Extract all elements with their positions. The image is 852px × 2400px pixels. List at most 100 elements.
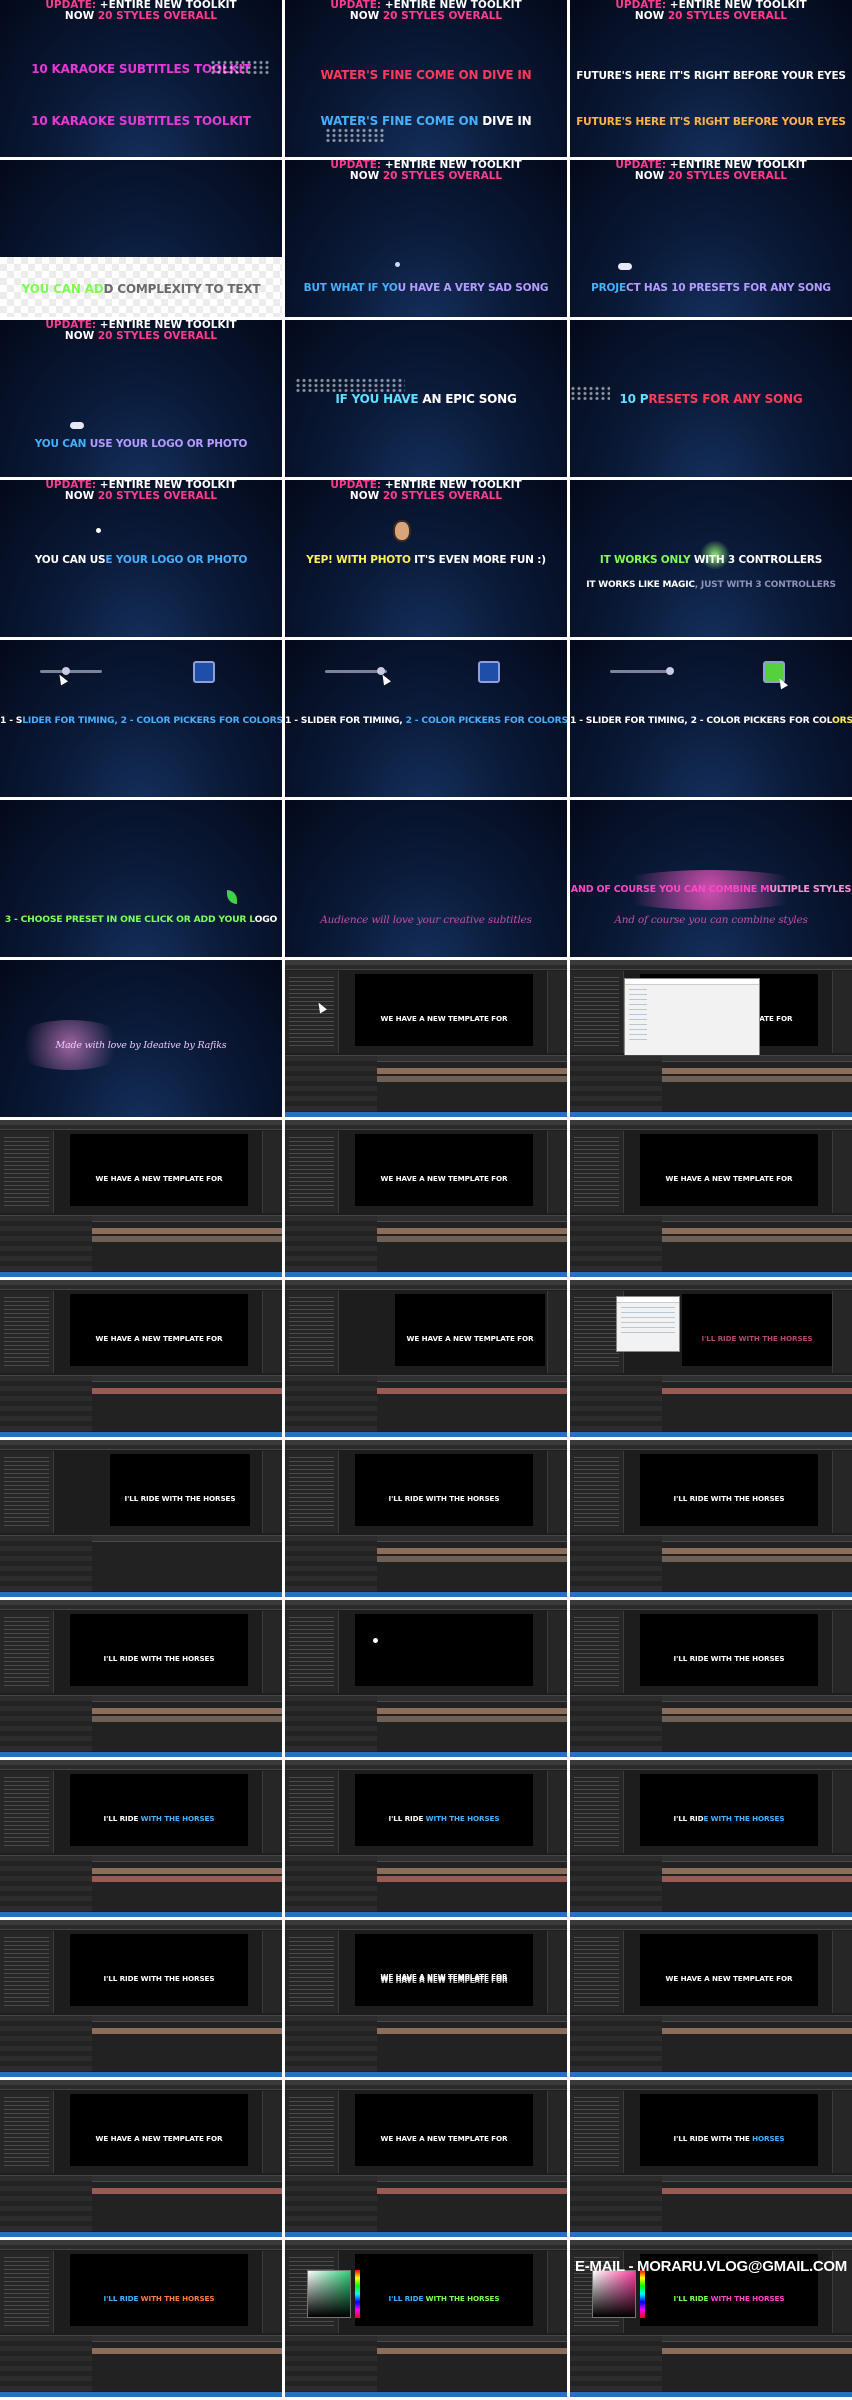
project-panel[interactable]	[0, 1771, 54, 1853]
effects-panel[interactable]	[832, 1451, 852, 1533]
effects-panel[interactable]	[832, 1291, 852, 1373]
composition-viewer[interactable]: I'LL RIDE WITH THE HORSES	[355, 1454, 533, 1526]
composition-viewer[interactable]: WE HAVE A NEW TEMPLATE FOR	[640, 1934, 818, 2006]
timeline-panel[interactable]	[285, 1695, 567, 1752]
composition-viewer[interactable]	[355, 1614, 533, 1686]
hue-slider[interactable]	[355, 2270, 360, 2318]
project-panel[interactable]	[570, 971, 624, 1053]
import-dialog[interactable]	[624, 978, 760, 1060]
project-panel[interactable]	[0, 1131, 54, 1213]
hue-slider[interactable]	[640, 2270, 645, 2318]
composition-viewer[interactable]: WE HAVE A NEW TEMPLATE FOR	[640, 1134, 818, 1206]
timeline-panel[interactable]	[0, 2015, 282, 2072]
timeline-panel[interactable]	[570, 2335, 852, 2392]
project-panel[interactable]	[285, 2091, 339, 2173]
effects-panel[interactable]	[262, 2091, 282, 2173]
project-panel[interactable]	[285, 1291, 339, 1373]
project-panel[interactable]	[0, 1291, 54, 1373]
effects-panel[interactable]	[262, 2251, 282, 2333]
composition-viewer[interactable]: I'LL RIDE WITH THE HORSES	[355, 1774, 533, 1846]
effects-panel[interactable]	[547, 1291, 567, 1373]
composition-viewer[interactable]: WE HAVE A NEW TEMPLATE FOR	[355, 1934, 533, 2006]
effects-panel[interactable]	[262, 1291, 282, 1373]
project-panel[interactable]	[570, 1451, 624, 1533]
composition-viewer[interactable]: I'LL RIDE WITH THE HORSES	[70, 1774, 248, 1846]
effects-panel[interactable]	[547, 1451, 567, 1533]
effects-panel[interactable]	[547, 1771, 567, 1853]
timeline-panel[interactable]	[570, 1375, 852, 1432]
project-panel[interactable]	[285, 1451, 339, 1533]
timeline-panel[interactable]	[0, 1855, 282, 1912]
effects-panel[interactable]	[832, 2091, 852, 2173]
composition-viewer[interactable]: WE HAVE A NEW TEMPLATE FOR	[355, 1134, 533, 1206]
color-picker-panel[interactable]	[307, 2270, 351, 2318]
composition-viewer[interactable]: WE HAVE A NEW TEMPLATE FOR	[355, 974, 533, 1046]
effects-panel[interactable]	[832, 1131, 852, 1213]
composition-viewer[interactable]: I'LL RIDE WITH THE HORSES	[70, 1934, 248, 2006]
timeline-panel[interactable]	[285, 2335, 567, 2392]
timeline-panel[interactable]	[0, 2175, 282, 2232]
effects-panel[interactable]	[262, 1131, 282, 1213]
timeline-panel[interactable]	[285, 1535, 567, 1592]
composition-viewer[interactable]: WE HAVE A NEW TEMPLATE FOR	[70, 2094, 248, 2166]
composition-viewer[interactable]: I'LL RIDE WITH THE HORSES	[640, 1454, 818, 1526]
project-panel[interactable]	[285, 1931, 339, 2013]
composition-viewer[interactable]: WE HAVE A NEW TEMPLATE FOR	[355, 2094, 533, 2166]
timeline-panel[interactable]	[570, 1055, 852, 1112]
project-panel[interactable]	[285, 1771, 339, 1853]
project-panel[interactable]	[570, 1611, 624, 1693]
project-panel[interactable]	[285, 1131, 339, 1213]
timeline-panel[interactable]	[0, 2335, 282, 2392]
project-panel[interactable]	[570, 2091, 624, 2173]
timeline-panel[interactable]	[285, 2015, 567, 2072]
composition-viewer[interactable]: I'LL RIDE WITH THE HORSES	[355, 2254, 533, 2326]
effects-panel[interactable]	[832, 1771, 852, 1853]
effects-panel[interactable]	[547, 1131, 567, 1213]
composition-viewer[interactable]: WE HAVE A NEW TEMPLATE FOR	[395, 1294, 545, 1366]
composition-viewer[interactable]: WE HAVE A NEW TEMPLATE FOR	[70, 1294, 248, 1366]
timeline-panel[interactable]	[0, 1535, 282, 1592]
effects-panel[interactable]	[832, 971, 852, 1053]
project-panel[interactable]	[570, 1771, 624, 1853]
composition-viewer[interactable]: I'LL RIDE WITH THE HORSES	[640, 2094, 818, 2166]
project-panel[interactable]	[570, 1131, 624, 1213]
timeline-panel[interactable]	[570, 1215, 852, 1272]
timeline-panel[interactable]	[285, 1215, 567, 1272]
project-panel[interactable]	[285, 1611, 339, 1693]
effects-panel[interactable]	[547, 2091, 567, 2173]
project-panel[interactable]	[570, 1931, 624, 2013]
composition-viewer[interactable]: I'LL RIDE WITH THE HORSES	[70, 2254, 248, 2326]
composition-viewer[interactable]: I'LL RIDE WITH THE HORSES	[110, 1454, 250, 1526]
composition-viewer[interactable]: WE HAVE A NEW TEMPLATE FOR	[70, 1134, 248, 1206]
timeline-panel[interactable]	[285, 1855, 567, 1912]
effects-panel[interactable]	[262, 1931, 282, 2013]
timeline-panel[interactable]	[570, 2175, 852, 2232]
project-panel[interactable]	[0, 1611, 54, 1693]
project-panel[interactable]	[285, 971, 339, 1053]
effects-panel[interactable]	[832, 1931, 852, 2013]
composition-viewer[interactable]: I'LL RIDE WITH THE HORSES	[640, 1614, 818, 1686]
timeline-panel[interactable]	[570, 2015, 852, 2072]
project-panel[interactable]	[0, 2251, 54, 2333]
timeline-panel[interactable]	[285, 1375, 567, 1432]
timeline-panel[interactable]	[285, 2175, 567, 2232]
effects-panel[interactable]	[832, 1611, 852, 1693]
effects-panel[interactable]	[547, 1611, 567, 1693]
effects-panel[interactable]	[262, 1771, 282, 1853]
composition-viewer[interactable]: I'LL RIDE WITH THE HORSES	[682, 1294, 832, 1366]
timeline-panel[interactable]	[0, 1375, 282, 1432]
toolbar[interactable]	[285, 965, 567, 970]
project-panel[interactable]	[0, 1931, 54, 2013]
effects-panel[interactable]	[262, 1451, 282, 1533]
project-panel[interactable]	[0, 2091, 54, 2173]
project-panel[interactable]	[0, 1451, 54, 1533]
effects-panel[interactable]	[547, 971, 567, 1053]
composition-viewer[interactable]: I'LL RIDE WITH THE HORSES	[640, 1774, 818, 1846]
timeline-panel[interactable]	[0, 1695, 282, 1752]
timeline-panel[interactable]	[0, 1215, 282, 1272]
effects-panel[interactable]	[547, 2251, 567, 2333]
effects-panel[interactable]	[547, 1931, 567, 2013]
timeline-panel[interactable]	[285, 1055, 567, 1112]
timeline-panel[interactable]	[570, 1695, 852, 1752]
composition-viewer[interactable]: I'LL RIDE WITH THE HORSES	[70, 1614, 248, 1686]
